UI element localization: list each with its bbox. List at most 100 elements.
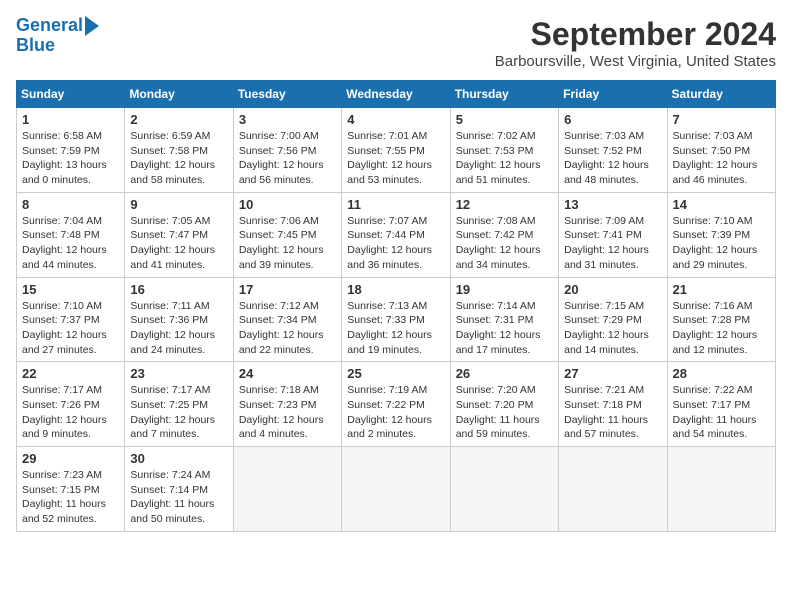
day-number: 23 — [130, 366, 227, 381]
calendar-cell: 23 Sunrise: 7:17 AM Sunset: 7:25 PM Dayli… — [125, 362, 233, 447]
page-header: General Blue September 2024 Barboursvill… — [16, 16, 776, 70]
calendar-cell: 4 Sunrise: 7:01 AM Sunset: 7:55 PM Daylig… — [342, 108, 450, 193]
calendar-cell: 16Sunrise: 7:11 AM Sunset: 7:36 PM Dayli… — [125, 277, 233, 362]
calendar-cell: 21 Sunrise: 7:16 AM Sunset: 7:28 PM Dayli… — [667, 277, 775, 362]
day-number: 25 — [347, 366, 444, 381]
day-number: 5 — [456, 112, 553, 127]
calendar-week-row: 8Sunrise: 7:04 AM Sunset: 7:48 PM Daylig… — [17, 192, 776, 277]
day-info: Sunrise: 7:20 AM Sunset: 7:20 PM Dayligh… — [456, 383, 553, 442]
day-info: Sunrise: 7:02 AM Sunset: 7:53 PM Dayligh… — [456, 129, 553, 188]
logo-text-blue: Blue — [16, 36, 55, 56]
calendar-week-row: 1 Sunrise: 6:58 AM Sunset: 7:59 PM Daylig… — [17, 108, 776, 193]
month-title: September 2024 — [495, 16, 776, 53]
calendar-cell: 12Sunrise: 7:08 AM Sunset: 7:42 PM Dayli… — [450, 192, 558, 277]
day-info: Sunrise: 7:07 AM Sunset: 7:44 PM Dayligh… — [347, 214, 444, 273]
day-number: 20 — [564, 282, 661, 297]
calendar-cell: 25 Sunrise: 7:19 AM Sunset: 7:22 PM Dayli… — [342, 362, 450, 447]
day-info: Sunrise: 7:01 AM Sunset: 7:55 PM Dayligh… — [347, 129, 444, 188]
column-header-sunday: Sunday — [17, 81, 125, 108]
day-info: Sunrise: 7:24 AM Sunset: 7:14 PM Dayligh… — [130, 468, 227, 527]
day-number: 1 — [22, 112, 119, 127]
day-info: Sunrise: 7:12 AM Sunset: 7:34 PM Dayligh… — [239, 299, 336, 358]
day-number: 26 — [456, 366, 553, 381]
calendar-cell: 28 Sunrise: 7:22 AM Sunset: 7:17 PM Dayli… — [667, 362, 775, 447]
day-number: 29 — [22, 451, 119, 466]
day-number: 11 — [347, 197, 444, 212]
column-header-tuesday: Tuesday — [233, 81, 341, 108]
day-number: 28 — [673, 366, 770, 381]
column-header-friday: Friday — [559, 81, 667, 108]
day-info: Sunrise: 7:13 AM Sunset: 7:33 PM Dayligh… — [347, 299, 444, 358]
day-number: 30 — [130, 451, 227, 466]
day-number: 7 — [673, 112, 770, 127]
calendar-cell — [233, 447, 341, 532]
calendar-header-row: SundayMondayTuesdayWednesdayThursdayFrid… — [17, 81, 776, 108]
day-number: 13 — [564, 197, 661, 212]
day-info: Sunrise: 7:03 AM Sunset: 7:52 PM Dayligh… — [564, 129, 661, 188]
logo: General Blue — [16, 16, 99, 56]
day-info: Sunrise: 6:59 AM Sunset: 7:58 PM Dayligh… — [130, 129, 227, 188]
calendar-week-row: 15 Sunrise: 7:10 AM Sunset: 7:37 PM Dayli… — [17, 277, 776, 362]
column-header-saturday: Saturday — [667, 81, 775, 108]
calendar-cell: 15 Sunrise: 7:10 AM Sunset: 7:37 PM Dayli… — [17, 277, 125, 362]
calendar-cell: 9 Sunrise: 7:05 AM Sunset: 7:47 PM Daylig… — [125, 192, 233, 277]
day-info: Sunrise: 7:18 AM Sunset: 7:23 PM Dayligh… — [239, 383, 336, 442]
calendar-cell: 26 Sunrise: 7:20 AM Sunset: 7:20 PM Dayli… — [450, 362, 558, 447]
day-info: Sunrise: 7:19 AM Sunset: 7:22 PM Dayligh… — [347, 383, 444, 442]
calendar-table: SundayMondayTuesdayWednesdayThursdayFrid… — [16, 80, 776, 532]
day-info: Sunrise: 7:16 AM Sunset: 7:28 PM Dayligh… — [673, 299, 770, 358]
day-info: Sunrise: 7:17 AM Sunset: 7:26 PM Dayligh… — [22, 383, 119, 442]
calendar-cell: 11 Sunrise: 7:07 AM Sunset: 7:44 PM Dayli… — [342, 192, 450, 277]
day-info: Sunrise: 7:23 AM Sunset: 7:15 PM Dayligh… — [22, 468, 119, 527]
calendar-cell — [667, 447, 775, 532]
day-info: Sunrise: 7:21 AM Sunset: 7:18 PM Dayligh… — [564, 383, 661, 442]
day-number: 9 — [130, 197, 227, 212]
day-number: 3 — [239, 112, 336, 127]
column-header-wednesday: Wednesday — [342, 81, 450, 108]
calendar-cell: 19 Sunrise: 7:14 AM Sunset: 7:31 PM Dayli… — [450, 277, 558, 362]
calendar-cell: 29 Sunrise: 7:23 AM Sunset: 7:15 PM Dayli… — [17, 447, 125, 532]
calendar-cell: 3 Sunrise: 7:00 AM Sunset: 7:56 PM Daylig… — [233, 108, 341, 193]
calendar-cell: 14 Sunrise: 7:10 AM Sunset: 7:39 PM Dayli… — [667, 192, 775, 277]
day-info: Sunrise: 7:05 AM Sunset: 7:47 PM Dayligh… — [130, 214, 227, 273]
day-info: Sunrise: 7:09 AM Sunset: 7:41 PM Dayligh… — [564, 214, 661, 273]
calendar-cell: 17 Sunrise: 7:12 AM Sunset: 7:34 PM Dayli… — [233, 277, 341, 362]
title-block: September 2024 Barboursville, West Virgi… — [495, 16, 776, 70]
calendar-cell — [559, 447, 667, 532]
day-number: 22 — [22, 366, 119, 381]
day-info: Sunrise: 7:15 AM Sunset: 7:29 PM Dayligh… — [564, 299, 661, 358]
column-header-thursday: Thursday — [450, 81, 558, 108]
day-number: 19 — [456, 282, 553, 297]
day-info: Sunrise: 7:08 AM Sunset: 7:42 PM Dayligh… — [456, 214, 553, 273]
day-info: Sunrise: 7:17 AM Sunset: 7:25 PM Dayligh… — [130, 383, 227, 442]
location-subtitle: Barboursville, West Virginia, United Sta… — [495, 53, 776, 70]
day-info: Sunrise: 7:22 AM Sunset: 7:17 PM Dayligh… — [673, 383, 770, 442]
day-info: Sunrise: 7:10 AM Sunset: 7:37 PM Dayligh… — [22, 299, 119, 358]
calendar-cell: 6Sunrise: 7:03 AM Sunset: 7:52 PM Daylig… — [559, 108, 667, 193]
logo-text-general: General — [16, 16, 83, 36]
day-number: 24 — [239, 366, 336, 381]
calendar-cell: 20 Sunrise: 7:15 AM Sunset: 7:29 PM Dayli… — [559, 277, 667, 362]
calendar-cell: 24 Sunrise: 7:18 AM Sunset: 7:23 PM Dayli… — [233, 362, 341, 447]
day-info: Sunrise: 7:00 AM Sunset: 7:56 PM Dayligh… — [239, 129, 336, 188]
day-number: 16 — [130, 282, 227, 297]
calendar-week-row: 22 Sunrise: 7:17 AM Sunset: 7:26 PM Dayli… — [17, 362, 776, 447]
calendar-cell: 13 Sunrise: 7:09 AM Sunset: 7:41 PM Dayli… — [559, 192, 667, 277]
day-info: Sunrise: 7:10 AM Sunset: 7:39 PM Dayligh… — [673, 214, 770, 273]
calendar-cell: 27Sunrise: 7:21 AM Sunset: 7:18 PM Dayli… — [559, 362, 667, 447]
day-number: 17 — [239, 282, 336, 297]
calendar-cell: 1 Sunrise: 6:58 AM Sunset: 7:59 PM Daylig… — [17, 108, 125, 193]
day-number: 21 — [673, 282, 770, 297]
day-number: 4 — [347, 112, 444, 127]
day-info: Sunrise: 6:58 AM Sunset: 7:59 PM Dayligh… — [22, 129, 119, 188]
calendar-cell: 8Sunrise: 7:04 AM Sunset: 7:48 PM Daylig… — [17, 192, 125, 277]
day-info: Sunrise: 7:06 AM Sunset: 7:45 PM Dayligh… — [239, 214, 336, 273]
calendar-cell: 5 Sunrise: 7:02 AM Sunset: 7:53 PM Daylig… — [450, 108, 558, 193]
day-number: 10 — [239, 197, 336, 212]
day-info: Sunrise: 7:14 AM Sunset: 7:31 PM Dayligh… — [456, 299, 553, 358]
day-number: 15 — [22, 282, 119, 297]
logo-arrow-icon — [85, 16, 99, 36]
day-number: 14 — [673, 197, 770, 212]
calendar-cell: 18Sunrise: 7:13 AM Sunset: 7:33 PM Dayli… — [342, 277, 450, 362]
calendar-cell: 30 Sunrise: 7:24 AM Sunset: 7:14 PM Dayli… — [125, 447, 233, 532]
